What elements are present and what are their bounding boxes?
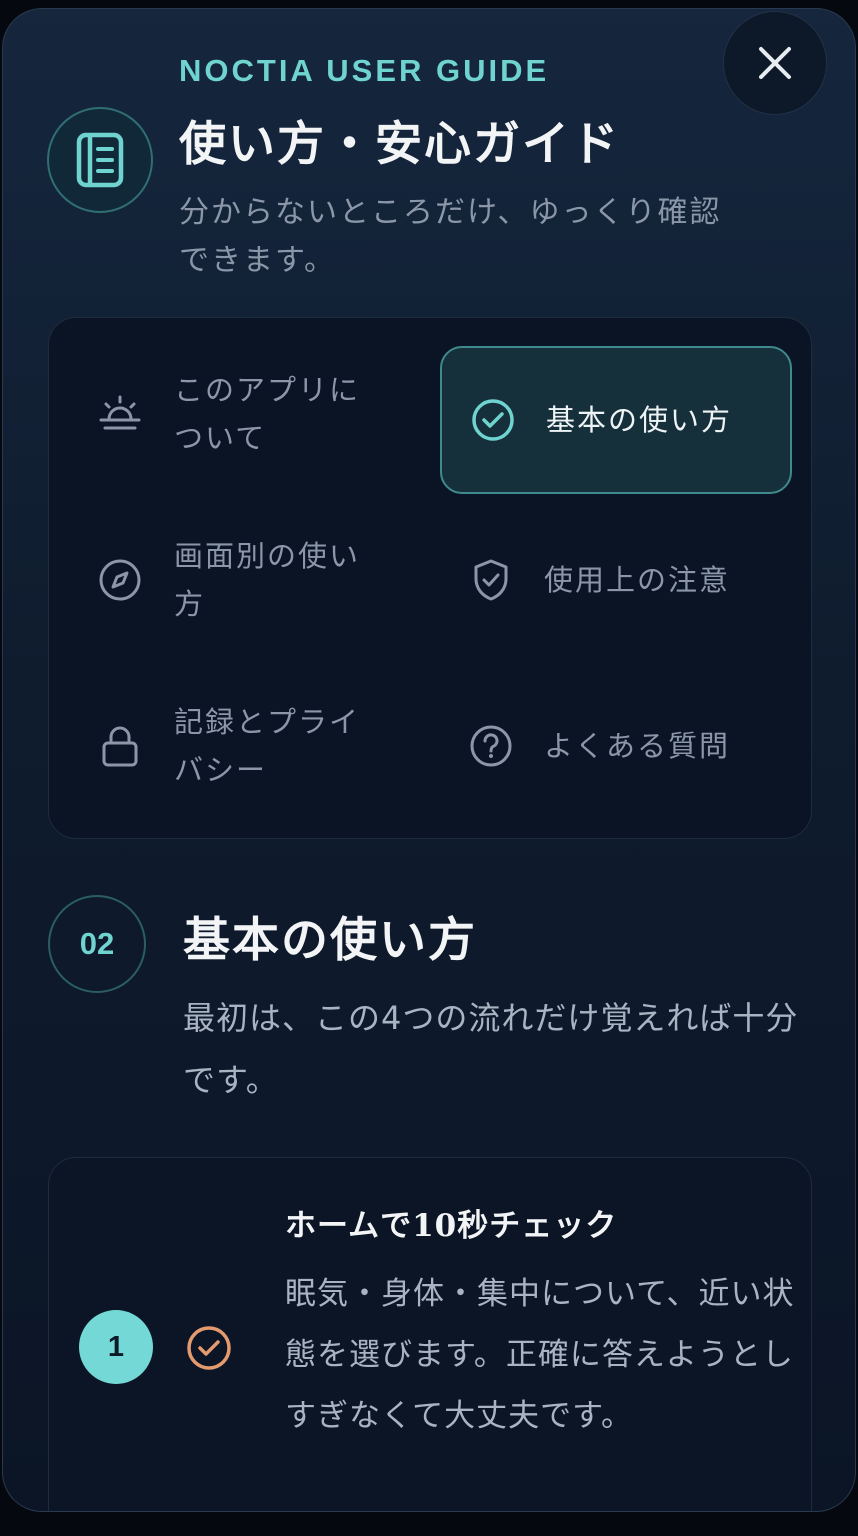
step-title: ホームで10秒チェック	[285, 1208, 618, 1244]
menu-item-label: 基本の使い方	[546, 403, 733, 437]
question-circle-icon	[470, 725, 512, 767]
step-body: 眠気・身体・集中について、近い状態を選びます。正確に答えようとしすぎなくて大丈夫…	[285, 1276, 795, 1434]
section-description: 最初は、この4つの流れだけ覚えれば十分です。	[183, 999, 799, 1099]
compass-icon	[99, 559, 141, 601]
menu-item-precautions[interactable]: 使用上の注意	[440, 506, 792, 654]
menu-item-screen-usage[interactable]: 画面別の使い方	[49, 506, 401, 654]
guide-panel: NOCTIA USER GUIDE 使い方・安心ガイド 分からないところだけ、ゆ…	[2, 8, 856, 1512]
check-circle-icon	[187, 1326, 231, 1370]
menu-item-faq[interactable]: よくある質問	[440, 672, 792, 820]
sunrise-icon	[99, 395, 141, 430]
menu-item-label: 記録とプライバシー	[174, 705, 361, 787]
page-title: 使い方・安心ガイド	[179, 117, 620, 172]
step-card: 1 ホームで10秒チェック 眠気・身体・集中について、近い状態を選びます。正確に…	[48, 1157, 812, 1511]
menu-item-label: 画面別の使い方	[174, 539, 361, 621]
check-circle-icon	[472, 399, 514, 441]
guide-book-badge	[47, 107, 153, 213]
menu-item-label: このアプリについて	[174, 373, 361, 455]
eyebrow-label: NOCTIA USER GUIDE	[179, 53, 550, 88]
section-number-badge: 02	[48, 895, 146, 993]
step-number-badge: 1	[79, 1310, 153, 1384]
menu-item-about-app[interactable]: このアプリについて	[49, 340, 401, 488]
close-button[interactable]	[723, 11, 827, 115]
guide-menu: このアプリについて 基本の使い方 画面別の使い方 使用上の注意 記録とプライバシ…	[48, 317, 812, 839]
close-icon	[759, 47, 791, 79]
menu-item-label: よくある質問	[544, 729, 731, 763]
menu-item-basic-usage[interactable]: 基本の使い方	[440, 346, 792, 494]
menu-item-records-privacy[interactable]: 記録とプライバシー	[49, 672, 401, 820]
shield-check-icon	[474, 559, 508, 601]
menu-item-label: 使用上の注意	[544, 563, 731, 597]
page-subtitle: 分からないところだけ、ゆっくり確認できます。	[179, 195, 722, 278]
section-title: 基本の使い方	[183, 913, 477, 968]
book-icon	[76, 132, 124, 188]
lock-icon	[102, 726, 138, 767]
